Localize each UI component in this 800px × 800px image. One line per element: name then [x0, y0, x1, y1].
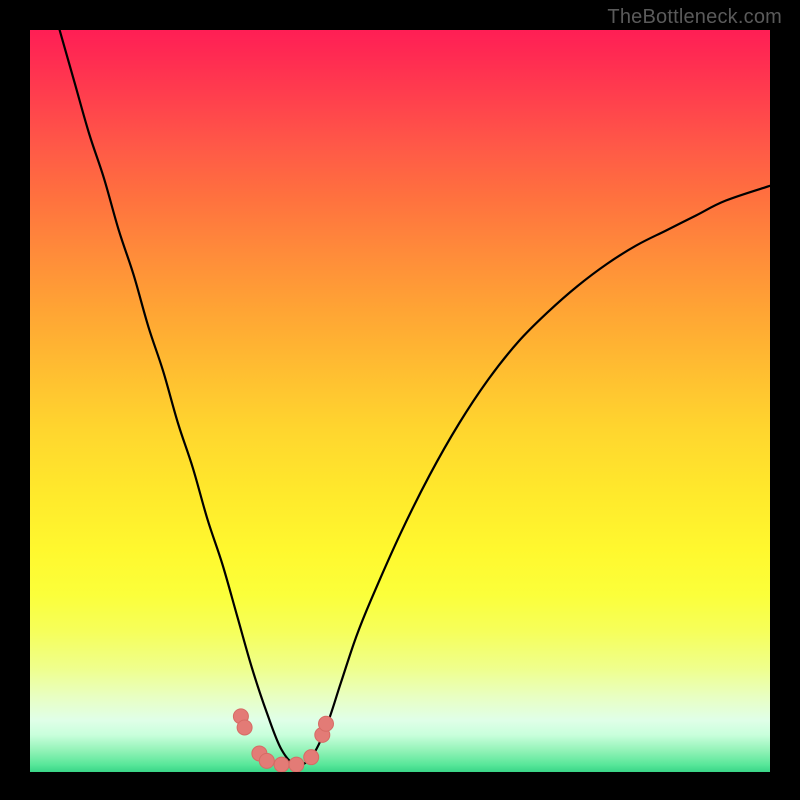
curve-markers [233, 709, 333, 772]
curve-marker [319, 716, 334, 731]
curve-marker [237, 720, 252, 735]
curve-marker [274, 757, 289, 772]
curve-marker [304, 750, 319, 765]
bottleneck-curve [60, 30, 770, 765]
curve-marker [289, 757, 304, 772]
curve-marker [259, 753, 274, 768]
plot-area [30, 30, 770, 772]
curve-svg [30, 30, 770, 772]
watermark-text: TheBottleneck.com [607, 6, 782, 29]
chart-frame: TheBottleneck.com [0, 0, 800, 800]
